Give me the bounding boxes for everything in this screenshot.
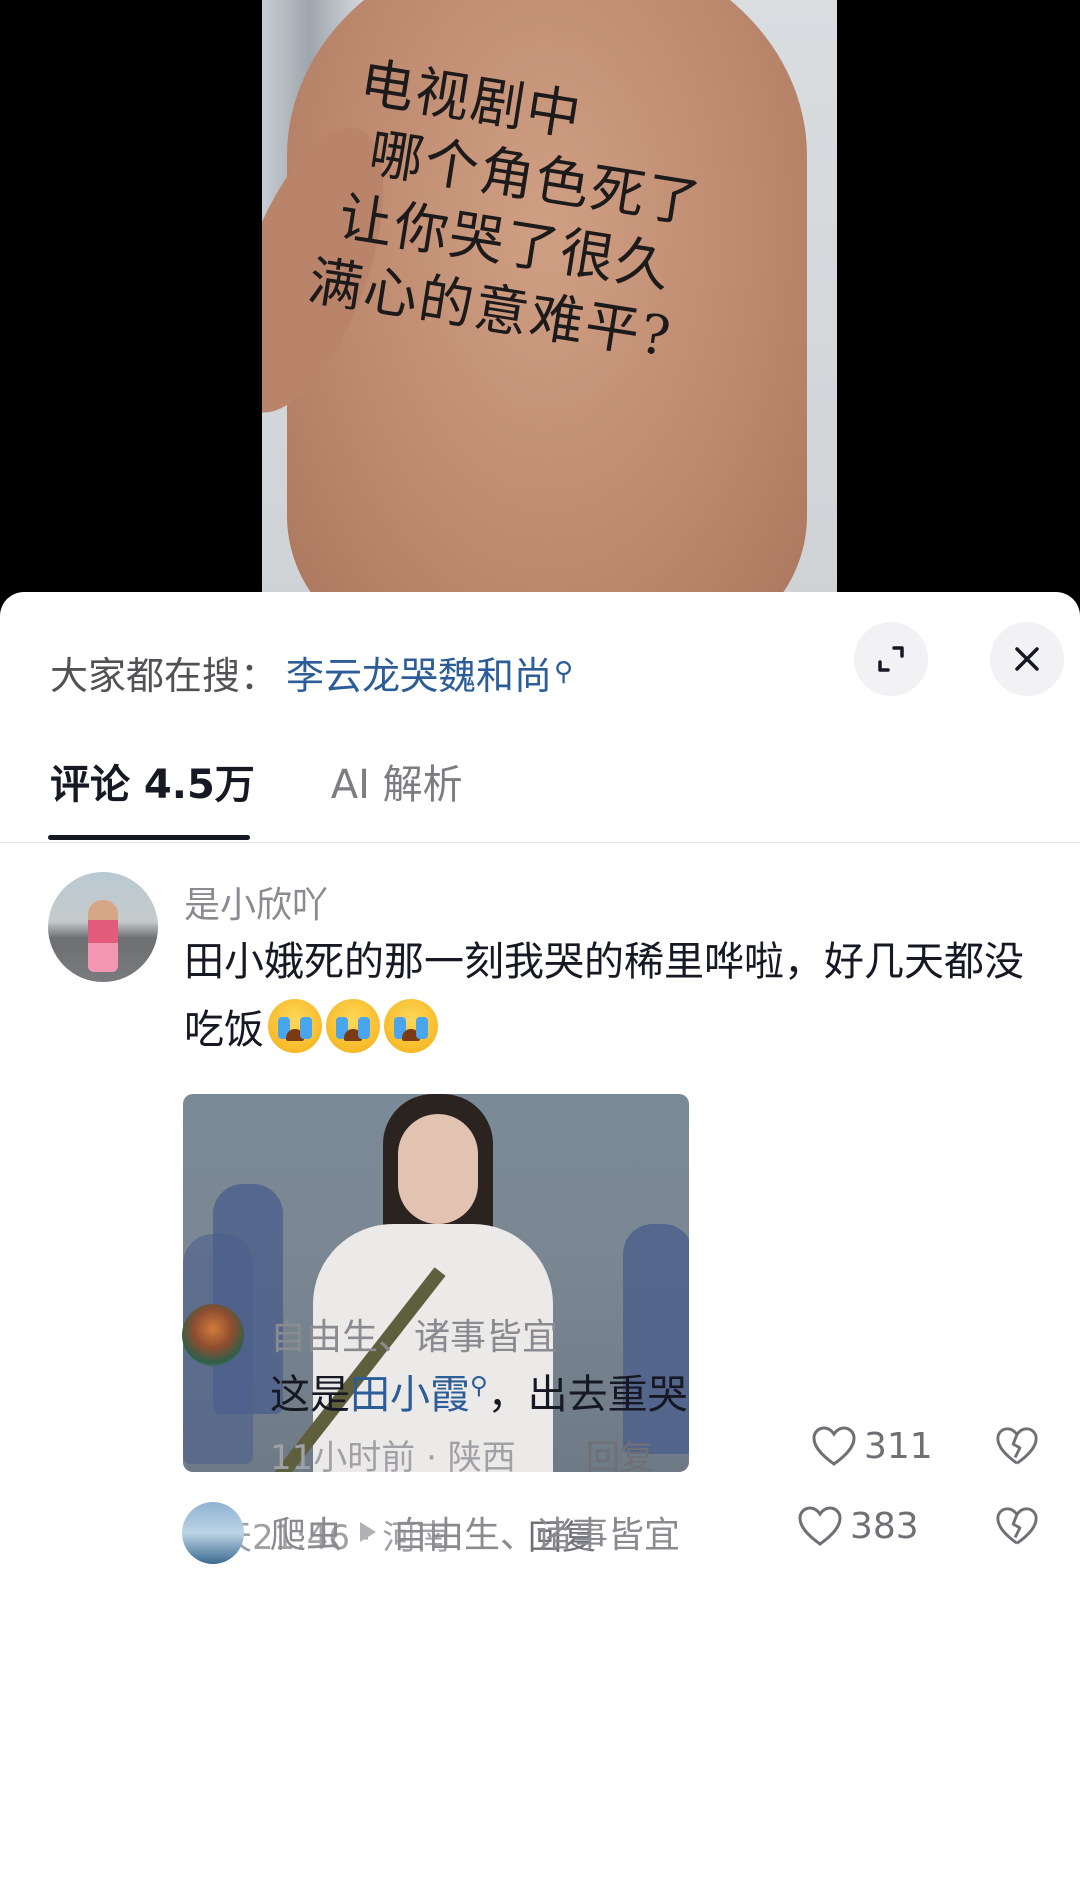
like-button[interactable]: 383: [796, 1504, 919, 1548]
expand-button[interactable]: [854, 622, 928, 696]
close-icon: [1015, 647, 1039, 671]
avatar[interactable]: [182, 1304, 244, 1366]
expand-icon: [878, 646, 904, 672]
reply-arrow-icon: [360, 1522, 377, 1542]
comment-username[interactable]: 自由生、诸事皆宜: [270, 1308, 558, 1360]
heart-icon: [812, 1426, 856, 1466]
comment-text-suffix: ，出去重哭: [487, 1372, 688, 1418]
like-button[interactable]: 311: [810, 1424, 933, 1468]
like-count: 311: [864, 1425, 933, 1467]
avatar[interactable]: [182, 1502, 244, 1564]
search-link[interactable]: 田小霞: [350, 1372, 470, 1418]
tab-ai-analysis[interactable]: AI 解析: [331, 752, 463, 810]
search-icon[interactable]: ⚲: [470, 1372, 488, 1400]
crying-emoji-icon: [326, 999, 380, 1053]
comment-time: 11小时前: [270, 1438, 416, 1478]
heart-icon: [798, 1506, 842, 1546]
trending-search-label: 大家都在搜：: [50, 653, 279, 698]
comment-tabs: 评论 4.5万 AI 解析: [50, 752, 539, 810]
tab-comments[interactable]: 评论 4.5万: [50, 752, 255, 810]
reply-button[interactable]: 回复: [586, 1430, 654, 1479]
reply-to-username[interactable]: 自由生、诸事皆宜: [392, 1506, 680, 1558]
broken-heart-icon: [996, 1427, 1038, 1465]
comment-username[interactable]: 是小欣吖: [184, 876, 328, 928]
comments-sheet: 大家都在搜： 李云龙哭魏和尚 ⚲ 评论 4.5万 AI 解析 是小欣吖 田小娥死…: [0, 592, 1080, 1902]
divider: [0, 842, 1080, 843]
comment-location: 陕西: [447, 1438, 516, 1478]
comment-text: 田小娥死的那一刻我哭的稀里哗啦，好几天都没吃饭: [184, 928, 1024, 1064]
like-count: 383: [850, 1505, 919, 1547]
dislike-button[interactable]: [994, 1424, 1040, 1472]
broken-heart-icon: [996, 1507, 1038, 1545]
reply-username-row: 爬虫 自由生、诸事皆宜: [270, 1506, 680, 1558]
close-button[interactable]: [990, 622, 1064, 696]
search-icon[interactable]: ⚲: [554, 657, 573, 687]
crying-emoji-icon: [268, 999, 322, 1053]
comment-text-prefix: 这是: [270, 1372, 350, 1418]
crying-emoji-icon: [384, 999, 438, 1053]
comment-text: 这是田小霞⚲，出去重哭: [270, 1362, 688, 1420]
video-player[interactable]: 电视剧中 哪个角色死了 让你哭了很久 满心的意难平?: [0, 0, 1080, 600]
active-tab-indicator: [48, 835, 250, 840]
video-frame: 电视剧中 哪个角色死了 让你哭了很久 满心的意难平?: [262, 0, 837, 600]
dislike-button[interactable]: [994, 1504, 1040, 1552]
avatar[interactable]: [48, 872, 158, 982]
comment-username[interactable]: 爬虫: [270, 1506, 342, 1558]
comment-meta: 11小时前 · 陕西: [270, 1438, 516, 1478]
trending-search-term[interactable]: 李云龙哭魏和尚: [286, 645, 552, 700]
trending-search: 大家都在搜： 李云龙哭魏和尚 ⚲: [50, 632, 573, 712]
